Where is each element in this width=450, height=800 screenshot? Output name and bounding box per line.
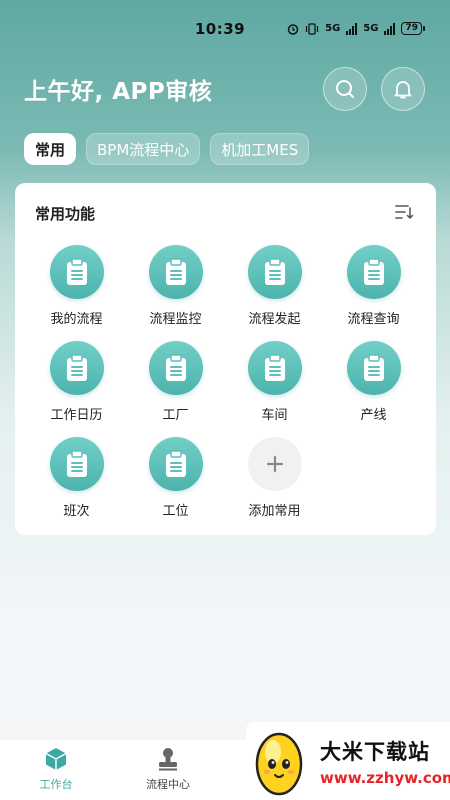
search-icon	[336, 80, 354, 98]
card-title: 常用功能	[35, 205, 96, 223]
function-workstation[interactable]: 工位	[126, 437, 225, 533]
tab-common[interactable]: 常用	[24, 133, 77, 165]
status-bar: 10:39 5G 5G 79	[0, 0, 450, 58]
function-production-line[interactable]: 产线	[324, 341, 423, 437]
function-label: 流程发起	[248, 312, 301, 327]
function-label: 车间	[261, 408, 288, 423]
function-process-query[interactable]: 流程查询	[324, 245, 423, 341]
clipboard-icon	[148, 437, 203, 491]
nav-process-center[interactable]: 流程中心	[128, 746, 208, 792]
nav-workbench[interactable]: 工作台	[16, 746, 96, 792]
sort-icon[interactable]	[394, 203, 414, 221]
clipboard-icon	[49, 341, 104, 395]
common-functions-card: 常用功能 我的流程 流程监控 流程发起 流程查询 工作日历 工厂 车间 产线 班…	[15, 183, 436, 535]
function-my-process[interactable]: 我的流程	[27, 245, 126, 341]
category-tabs: 常用 BPM流程中心 机加工MES	[24, 133, 310, 165]
function-label: 工作日历	[50, 408, 103, 423]
clipboard-icon	[247, 245, 302, 299]
bell-icon	[394, 81, 412, 99]
tab-bpm-center[interactable]: BPM流程中心	[86, 133, 201, 165]
function-shift[interactable]: 班次	[27, 437, 126, 533]
function-label: 工位	[162, 504, 189, 519]
function-label: 流程监控	[149, 312, 202, 327]
clipboard-icon	[346, 245, 401, 299]
function-label: 产线	[360, 408, 387, 423]
function-process-initiate[interactable]: 流程发起	[225, 245, 324, 341]
nav-label: 流程中心	[146, 778, 190, 791]
rice-mascot-logo	[255, 732, 303, 796]
clipboard-icon	[49, 437, 104, 491]
function-factory[interactable]: 工厂	[126, 341, 225, 437]
add-common-button[interactable]: 添加常用	[225, 437, 324, 533]
signal-bars-icon	[346, 22, 358, 35]
watermark-url: www.zzhyw.com	[320, 769, 450, 787]
notification-button[interactable]	[381, 67, 425, 111]
battery-indicator: 79	[401, 22, 425, 35]
alarm-icon	[287, 23, 299, 35]
function-work-calendar[interactable]: 工作日历	[27, 341, 126, 437]
clipboard-icon	[148, 245, 203, 299]
clipboard-icon	[247, 341, 302, 395]
greeting-title: 上午好, APP审核	[24, 79, 213, 105]
vibrate-icon	[306, 22, 319, 35]
function-label: 流程查询	[347, 312, 400, 327]
search-button[interactable]	[323, 67, 367, 111]
nav-label: 工作台	[39, 778, 73, 791]
function-label: 我的流程	[50, 312, 103, 327]
tab-machining-mes[interactable]: 机加工MES	[210, 133, 310, 165]
stamp-icon	[159, 748, 177, 771]
status-time: 10:39	[194, 20, 246, 38]
signal-bars-icon-2	[384, 22, 396, 35]
function-label: 添加常用	[248, 504, 301, 519]
function-label: 工厂	[162, 408, 189, 423]
watermark-title: 大米下载站	[320, 740, 430, 764]
clipboard-icon	[148, 341, 203, 395]
cube-icon	[45, 748, 67, 770]
function-label: 班次	[63, 504, 90, 519]
plus-icon	[247, 437, 302, 491]
clipboard-icon	[346, 341, 401, 395]
signal-5g-label-2: 5G	[363, 23, 379, 34]
clipboard-icon	[49, 245, 104, 299]
signal-5g-label-1: 5G	[325, 23, 341, 34]
status-icons: 5G 5G 79	[287, 22, 425, 35]
function-process-monitor[interactable]: 流程监控	[126, 245, 225, 341]
watermark-overlay: 大米下载站 www.zzhyw.com	[246, 722, 450, 800]
function-workshop[interactable]: 车间	[225, 341, 324, 437]
